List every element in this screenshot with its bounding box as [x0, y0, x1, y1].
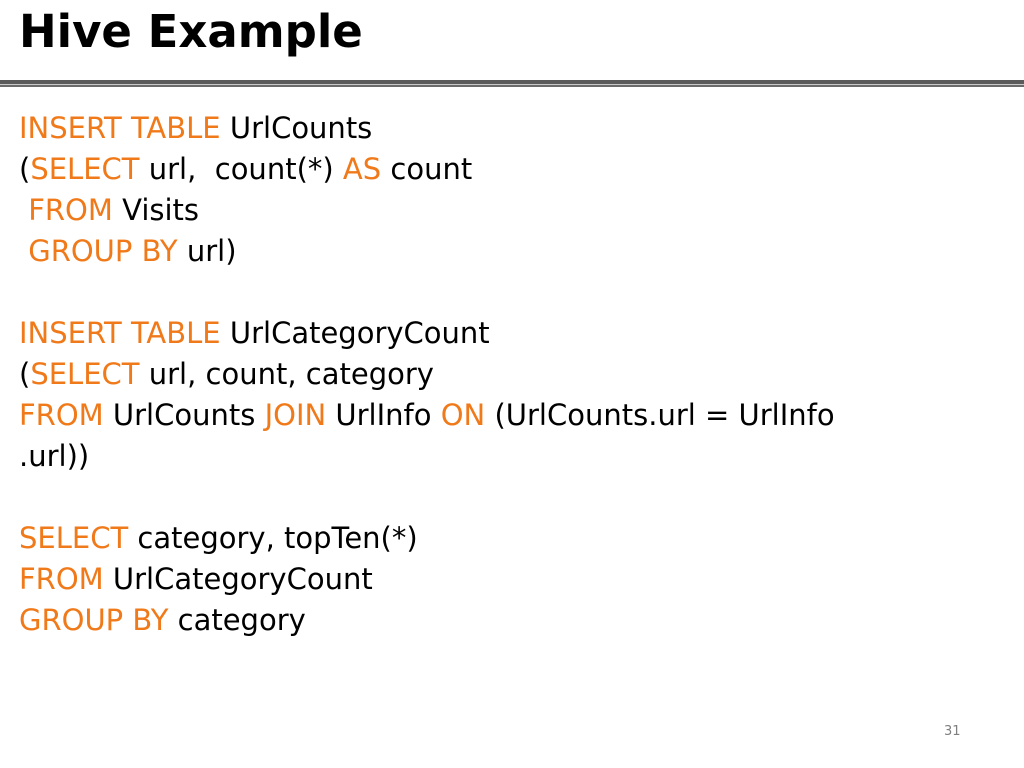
- sql-text: count: [381, 152, 473, 186]
- sql-keyword: SELECT: [19, 521, 129, 555]
- sql-keyword: FROM: [19, 398, 104, 432]
- code-line: .url)): [19, 436, 999, 477]
- sql-text: UrlCounts: [220, 111, 373, 145]
- sql-text: UrlCounts: [103, 398, 265, 432]
- sql-text: UrlCategoryCount: [103, 562, 373, 596]
- code-line: (SELECT url, count(*) AS count: [19, 149, 999, 190]
- sql-keyword: GROUP BY: [19, 603, 169, 637]
- sql-keyword: GROUP BY: [28, 234, 178, 268]
- sql-keyword: SELECT: [30, 152, 140, 186]
- code-line: FROM UrlCounts JOIN UrlInfo ON (UrlCount…: [19, 395, 999, 436]
- sql-text: UrlInfo: [326, 398, 441, 432]
- sql-keyword: JOIN: [264, 398, 327, 432]
- sql-text: .url)): [19, 439, 90, 473]
- sql-text: Visits: [112, 193, 200, 227]
- sql-text: url): [177, 234, 237, 268]
- code-line: SELECT category, topTen(*): [19, 518, 999, 559]
- code-line: INSERT TABLE UrlCategoryCount: [19, 313, 999, 354]
- slide-title: Hive Example: [19, 5, 363, 58]
- sql-text: (: [19, 357, 31, 391]
- code-line: FROM UrlCategoryCount: [19, 559, 999, 600]
- sql-keyword: INSERT TABLE: [19, 111, 221, 145]
- sql-text: url, count, category: [139, 357, 434, 391]
- code-line: FROM Visits: [19, 190, 999, 231]
- sql-text: UrlCategoryCount: [220, 316, 490, 350]
- sql-keyword: AS: [342, 152, 382, 186]
- code-line: INSERT TABLE UrlCounts: [19, 108, 999, 149]
- sql-text: url, count(*): [139, 152, 343, 186]
- sql-keyword: FROM: [19, 562, 104, 596]
- hive-query-code-block: INSERT TABLE UrlCounts (SELECT url, count…: [19, 108, 999, 641]
- code-line: (SELECT url, count, category: [19, 354, 999, 395]
- title-divider: [0, 80, 1024, 87]
- sql-keyword: FROM: [28, 193, 113, 227]
- sql-keyword: ON: [440, 398, 486, 432]
- sql-text: category: [168, 603, 306, 637]
- sql-text: (UrlCounts.url = UrlInfo: [485, 398, 835, 432]
- sql-keyword: INSERT TABLE: [19, 316, 221, 350]
- code-line: GROUP BY category: [19, 600, 999, 641]
- sql-text: (: [19, 152, 31, 186]
- sql-keyword: SELECT: [30, 357, 140, 391]
- sql-text: category, topTen(*): [128, 521, 418, 555]
- code-line: GROUP BY url): [19, 231, 999, 272]
- divider-band-thin: [0, 85, 1024, 87]
- page-number: 31: [944, 724, 961, 739]
